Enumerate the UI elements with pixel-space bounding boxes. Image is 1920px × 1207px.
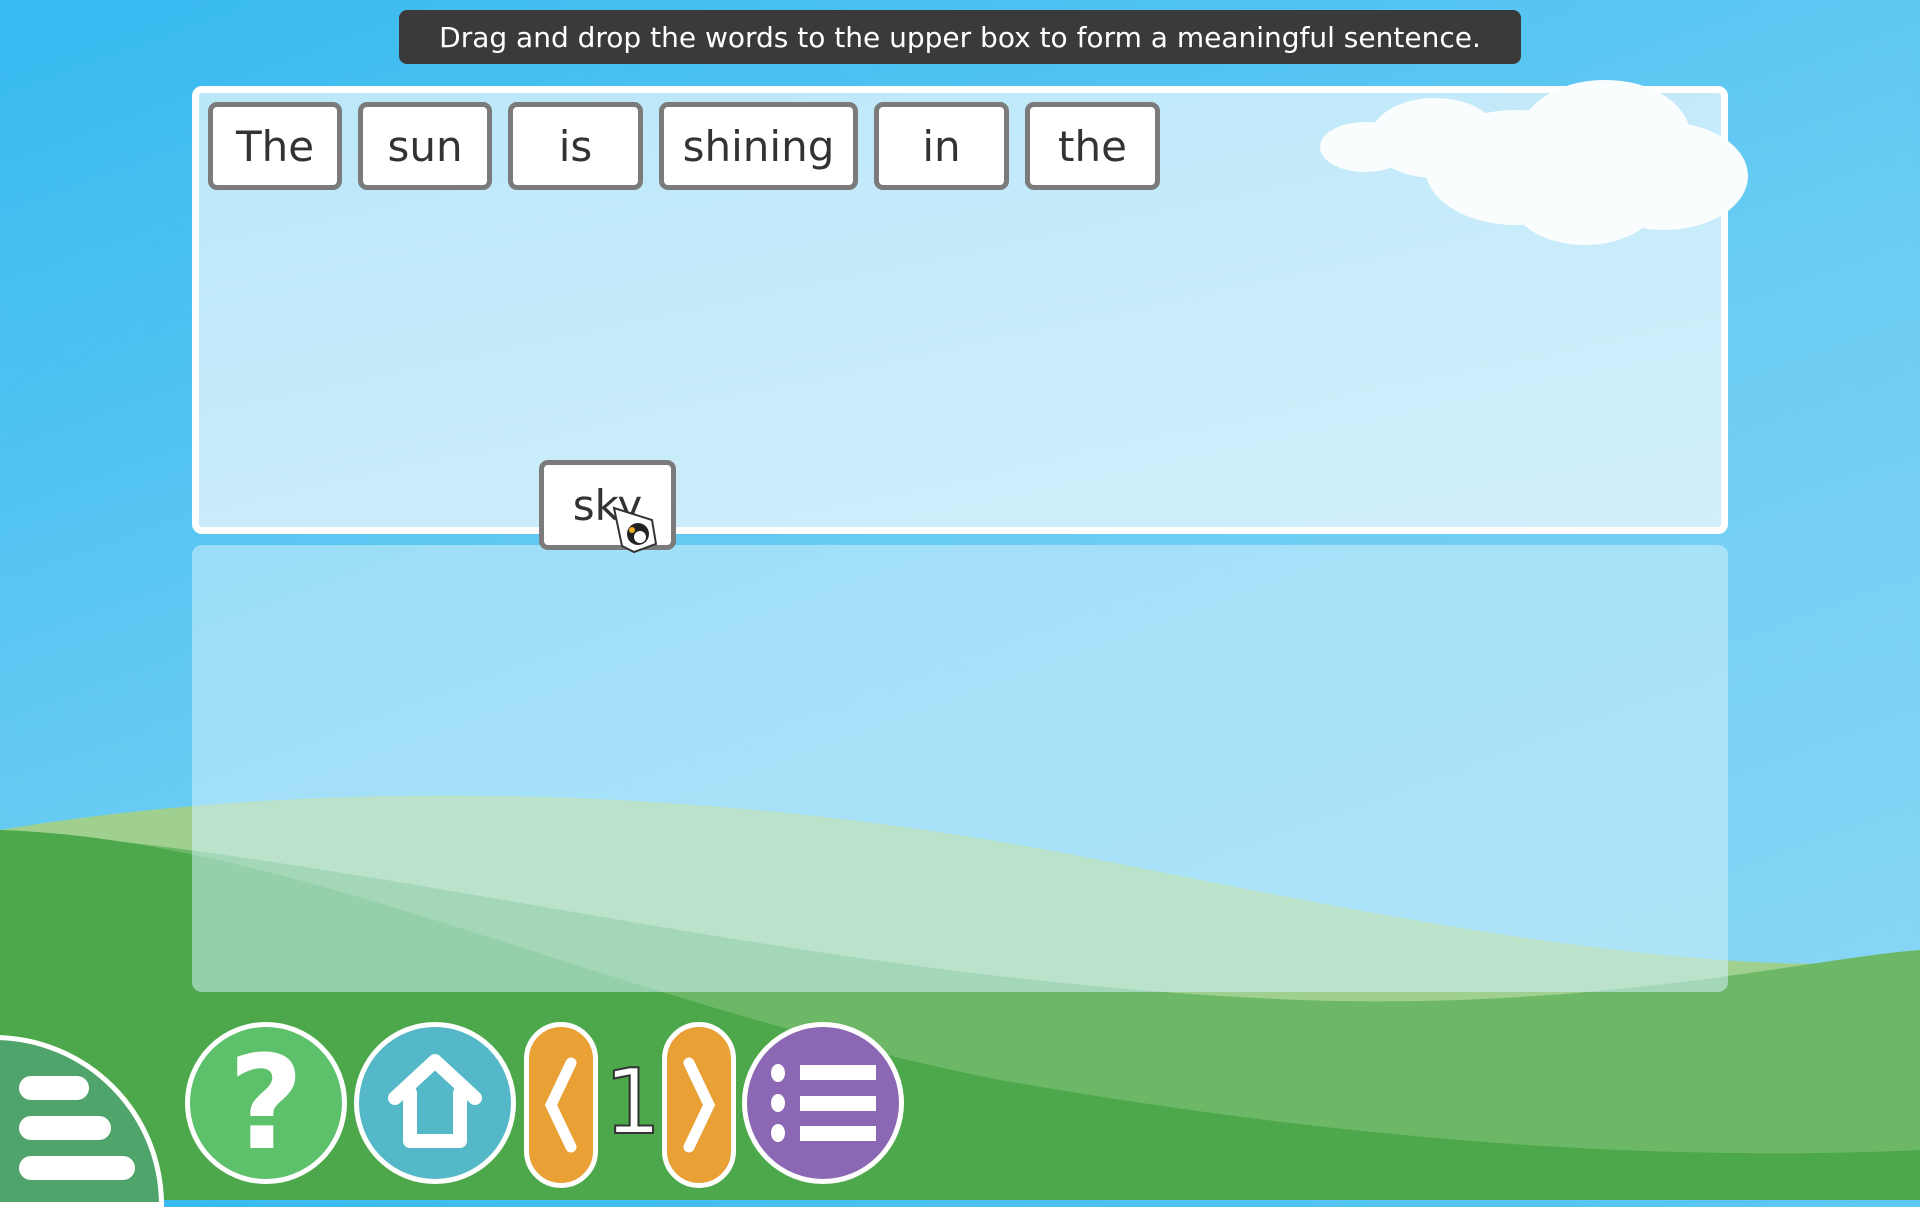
word-tile[interactable]: in [874,102,1009,190]
instruction-banner: Drag and drop the words to the upper box… [399,10,1521,64]
word-tile[interactable]: is [508,102,643,190]
question-icon: ? [228,1027,304,1179]
chevron-left-icon [544,1057,577,1153]
page-number: 1 [603,1049,662,1156]
previous-page-button[interactable] [524,1022,598,1188]
list-icon [771,1064,876,1142]
next-page-button[interactable] [662,1022,736,1188]
word-tile[interactable]: the [1025,102,1160,190]
home-icon [388,1054,482,1148]
list-button[interactable] [742,1022,904,1184]
word-bank[interactable] [192,545,1728,992]
cloud [1580,122,1748,230]
help-button[interactable]: ? [185,1022,347,1184]
word-tile[interactable]: The [208,102,342,190]
chevron-right-icon [683,1057,716,1153]
word-tile[interactable]: shining [659,102,858,190]
home-button[interactable] [354,1022,516,1184]
word-tile[interactable]: sun [358,102,492,190]
drag-cursor-icon [612,506,658,554]
